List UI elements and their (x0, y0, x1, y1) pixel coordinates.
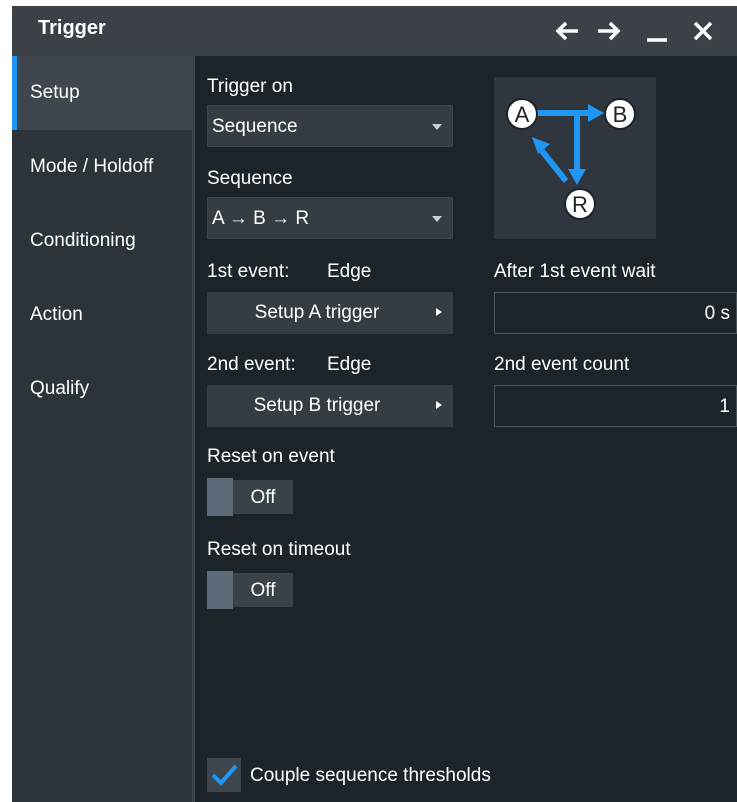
setup-a-trigger-label: Setup A trigger (254, 302, 380, 323)
trigger-on-dropdown[interactable]: Sequence (207, 105, 453, 147)
forward-arrow-icon[interactable] (592, 15, 626, 47)
active-indicator (12, 56, 17, 130)
checkmark-icon (211, 764, 238, 786)
trigger-on-value: Sequence (212, 116, 298, 137)
sidebar-item-label: Setup (30, 82, 80, 103)
wait-label: After 1st event wait (494, 261, 656, 282)
minimize-icon[interactable] (640, 15, 674, 47)
sidebar: Setup Mode / Holdoff Conditioning Action… (12, 56, 192, 802)
reset-event-toggle[interactable]: Off (207, 478, 293, 516)
toggle-knob (207, 571, 233, 609)
second-event-label: 2nd event: (207, 354, 296, 375)
sequence-value: A → B → R (212, 208, 310, 229)
count-label: 2nd event count (494, 354, 630, 375)
diagram-node-r: R (572, 192, 588, 217)
first-event-label: 1st event: (207, 261, 290, 282)
reset-timeout-toggle[interactable]: Off (207, 571, 293, 609)
sidebar-item-action[interactable]: Action (12, 278, 192, 352)
count-value: 1 (719, 396, 730, 417)
sidebar-item-mode-holdoff[interactable]: Mode / Holdoff (12, 130, 192, 204)
chevron-down-icon (432, 216, 442, 222)
setup-b-trigger-button[interactable]: Setup B trigger (207, 385, 453, 427)
count-input[interactable]: 1 (494, 385, 737, 427)
sidebar-item-label: Qualify (30, 378, 90, 399)
chevron-down-icon (432, 124, 442, 130)
back-arrow-icon[interactable] (550, 15, 584, 47)
title-bar: Trigger (12, 6, 737, 56)
dialog-title: Trigger (38, 17, 106, 39)
trigger-on-label: Trigger on (207, 76, 293, 97)
sidebar-item-setup[interactable]: Setup (12, 56, 192, 130)
wait-value: 0 s (704, 303, 730, 324)
setup-a-trigger-button[interactable]: Setup A trigger (207, 292, 453, 334)
sidebar-item-label: Conditioning (30, 230, 136, 251)
sidebar-item-qualify[interactable]: Qualify (12, 352, 192, 426)
chevron-right-icon (436, 401, 442, 409)
reset-timeout-label: Reset on timeout (207, 539, 351, 560)
reset-event-state: Off (250, 487, 276, 508)
diagram-node-a: A (515, 102, 530, 127)
diagram-node-b: B (613, 102, 628, 127)
sequence-diagram: A B R (494, 77, 656, 239)
reset-timeout-state: Off (250, 580, 276, 601)
chevron-right-icon (436, 308, 442, 316)
sidebar-divider (192, 56, 195, 802)
couple-thresholds-checkbox[interactable] (207, 758, 241, 792)
couple-thresholds-label: Couple sequence thresholds (250, 765, 491, 786)
second-event-type: Edge (327, 354, 372, 375)
wait-input[interactable]: 0 s (494, 292, 737, 334)
sidebar-item-label: Mode / Holdoff (30, 156, 154, 177)
toggle-knob (207, 478, 233, 516)
setup-b-trigger-label: Setup B trigger (253, 395, 381, 416)
sidebar-item-label: Action (30, 304, 83, 325)
sequence-dropdown[interactable]: A → B → R (207, 197, 453, 239)
close-icon[interactable] (686, 15, 720, 47)
first-event-type: Edge (327, 261, 372, 282)
sidebar-item-conditioning[interactable]: Conditioning (12, 204, 192, 278)
sequence-label: Sequence (207, 168, 293, 189)
reset-event-label: Reset on event (207, 446, 335, 467)
trigger-dialog: Trigger Setup Mode / Holdoff Conditionin… (12, 6, 737, 802)
